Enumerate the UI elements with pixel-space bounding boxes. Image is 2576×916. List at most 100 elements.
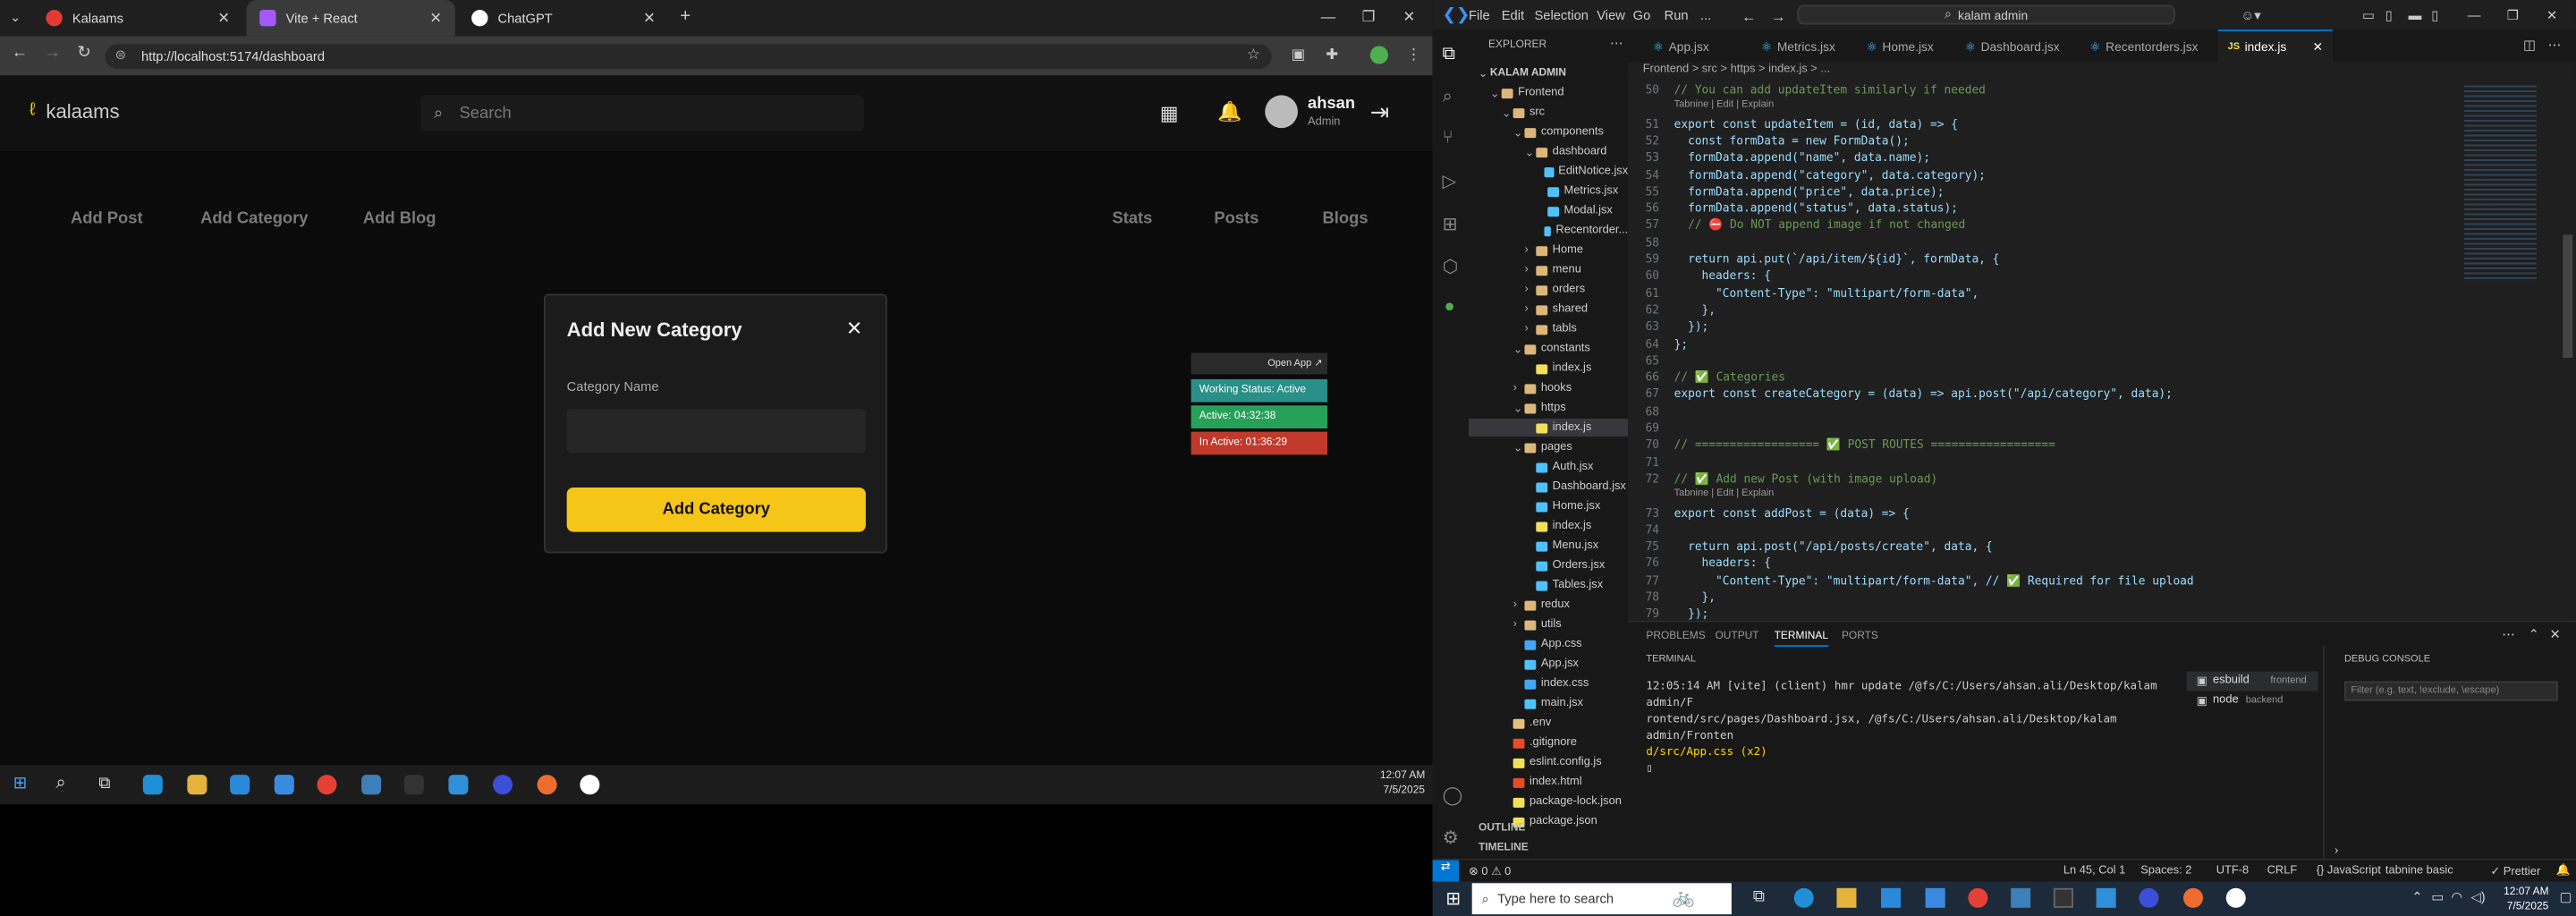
line-ending[interactable]: CRLF	[2267, 865, 2298, 877]
tree-item[interactable]: ⌄ components	[1469, 123, 1628, 141]
back-icon[interactable]: ←	[12, 45, 28, 63]
tab-output[interactable]: OUTPUT	[1716, 631, 1759, 642]
browser-tab-vite[interactable]: Vite + React ✕	[246, 0, 455, 37]
tree-item[interactable]: › Home	[1469, 242, 1628, 259]
command-center-search[interactable]: ⌕ kalam admin	[1797, 4, 2175, 25]
layout-icon[interactable]: ▭	[2362, 8, 2375, 23]
tab-index-js[interactable]: JS index.js ✕	[2217, 30, 2334, 63]
tab-metrics-jsx[interactable]: ⚛ Metrics.jsx	[1751, 30, 1845, 63]
tab-terminal[interactable]: TERMINAL	[1774, 631, 1829, 648]
tree-item[interactable]: Metrics.jsx	[1469, 182, 1628, 200]
tracker-icon[interactable]	[2225, 887, 2246, 908]
tree-item[interactable]: › hooks	[1469, 379, 1628, 397]
tree-item[interactable]: › shared	[1469, 301, 1628, 318]
browser-tab-kalaams[interactable]: Kalaams ✕	[33, 0, 243, 36]
url-input[interactable]: http://localhost:5174/dashboard	[105, 44, 1272, 70]
tree-item[interactable]: › tabls	[1469, 320, 1628, 338]
tree-item[interactable]: index.html	[1469, 773, 1628, 791]
tab-problems[interactable]: PROBLEMS	[1646, 631, 1705, 642]
reload-icon[interactable]: ↻	[77, 45, 90, 63]
tracker-icon[interactable]	[580, 775, 600, 795]
panel-toggle-icon[interactable]: ▬	[2409, 8, 2422, 23]
close-window-icon[interactable]: ✕	[1403, 8, 1416, 26]
browser-menu-icon[interactable]: ⋮	[1406, 46, 1421, 64]
menu-selection[interactable]: Selection	[1534, 8, 1588, 23]
tree-item[interactable]: index.js	[1469, 360, 1628, 377]
nav-back-icon[interactable]: ←	[1741, 8, 1757, 24]
logout-icon[interactable]: ⇥	[1370, 98, 1390, 126]
editor-more-icon[interactable]: ⋯	[2548, 38, 2562, 53]
terminal-icon[interactable]	[403, 775, 424, 795]
tree-item[interactable]: ⌄ src	[1469, 104, 1628, 122]
prettier-status[interactable]: ✓ Prettier	[2490, 865, 2540, 878]
grid-icon[interactable]: ▦	[1160, 102, 1179, 125]
tree-item[interactable]: EditNotice.jsx	[1469, 163, 1628, 181]
add-category-submit-button[interactable]: Add Category	[566, 488, 866, 532]
tree-item[interactable]: Auth.jsx	[1469, 458, 1628, 476]
tree-item[interactable]: .env	[1469, 714, 1628, 732]
vscode-taskbar-icon[interactable]	[2096, 887, 2116, 908]
extensions-icon[interactable]: ⊞	[1443, 214, 1458, 234]
tree-item[interactable]: Home.jsx	[1469, 497, 1628, 515]
tree-item[interactable]: › menu	[1469, 261, 1628, 279]
minimize-icon[interactable]: —	[1321, 8, 1336, 24]
tree-item[interactable]: Recentorder...	[1469, 222, 1628, 240]
maximize-icon[interactable]: ❐	[2507, 8, 2519, 23]
profile-avatar-icon[interactable]	[1369, 46, 1389, 64]
explorer-icon[interactable]: ⧉	[1443, 45, 1455, 66]
extension-icon[interactable]: ▣	[1292, 46, 1306, 64]
postman-icon[interactable]	[537, 775, 557, 795]
tree-item[interactable]: ⌄ Frontend	[1469, 84, 1628, 102]
windows-start-icon[interactable]: ⊞	[13, 775, 27, 793]
tray-network-icon[interactable]: ▭	[2431, 890, 2444, 905]
tree-item[interactable]: index.js	[1469, 517, 1628, 535]
chrome-icon[interactable]	[317, 775, 337, 795]
remote-icon[interactable]: ⬡	[1443, 256, 1459, 277]
terminal-output[interactable]: 12:05:14 AM [vite] (client) hmr update /…	[1646, 678, 2180, 776]
mongodb-icon[interactable]: ●	[1444, 297, 1454, 317]
tree-item[interactable]: index.css	[1469, 674, 1628, 692]
source-control-icon[interactable]: ⑂	[1443, 128, 1453, 148]
site-info-icon[interactable]: ⊜	[115, 47, 126, 63]
tray-volume-icon[interactable]: ◁)	[2470, 890, 2485, 905]
maximize-icon[interactable]: ❐	[1362, 8, 1376, 26]
encoding[interactable]: UTF-8	[2216, 865, 2249, 877]
tab-app-jsx[interactable]: ⚛ App.jsx	[1643, 30, 1719, 63]
problems-count[interactable]: ⊗ 0 ⚠ 0	[1469, 865, 1511, 878]
tree-item[interactable]: ⌄ https	[1469, 399, 1628, 417]
tab-ports[interactable]: PORTS	[1842, 631, 1878, 642]
search-box[interactable]: ⌕ Search	[420, 95, 865, 131]
secondary-sidebar-icon[interactable]: ▯	[2431, 8, 2438, 23]
store-icon[interactable]	[1881, 887, 1902, 908]
close-tab-icon[interactable]: ✕	[217, 9, 230, 27]
puzzle-icon[interactable]: ✚	[1326, 46, 1338, 64]
tree-item[interactable]: main.jsx	[1469, 694, 1628, 712]
chrome-icon[interactable]	[1968, 887, 1988, 908]
run-debug-icon[interactable]: ▷	[1443, 171, 1457, 192]
tree-item[interactable]: ⌄ dashboard	[1469, 143, 1628, 161]
open-app-button[interactable]: Open App ↗	[1191, 352, 1328, 375]
close-tab-icon[interactable]: ✕	[429, 9, 442, 27]
tree-item[interactable]: Modal.jsx	[1469, 202, 1628, 220]
tab-home-jsx[interactable]: ⚛ Home.jsx	[1856, 30, 1943, 63]
tree-item[interactable]: package-lock.json	[1469, 793, 1628, 810]
terminal-item-esbuild[interactable]: ▣ esbuild frontend	[2186, 671, 2318, 691]
close-panel-icon[interactable]: ✕	[2550, 627, 2561, 642]
task-view-icon[interactable]: ⧉	[1753, 888, 1765, 906]
close-modal-icon[interactable]: ✕	[846, 317, 862, 340]
minimap[interactable]	[2457, 79, 2576, 621]
close-window-icon[interactable]: ✕	[2546, 8, 2557, 23]
tree-item[interactable]: › redux	[1469, 596, 1628, 614]
notification-center-icon[interactable]: ▢	[2560, 890, 2572, 905]
menu-file[interactable]: File	[1469, 8, 1490, 23]
app-icon[interactable]	[361, 775, 382, 795]
copilot-icon[interactable]: ☺▾	[2241, 8, 2260, 23]
panel-more-icon[interactable]: ⋯	[2502, 627, 2515, 642]
tree-item[interactable]: Orders.jsx	[1469, 556, 1628, 574]
split-editor-icon[interactable]: ◫	[2523, 38, 2536, 53]
indentation[interactable]: Spaces: 2	[2140, 865, 2191, 877]
breadcrumb[interactable]: Frontend > src > https > index.js > ...	[1643, 64, 1830, 76]
tree-item[interactable]: Dashboard.jsx	[1469, 478, 1628, 496]
mail-icon[interactable]	[274, 775, 294, 795]
tree-item[interactable]: Tables.jsx	[1469, 576, 1628, 594]
